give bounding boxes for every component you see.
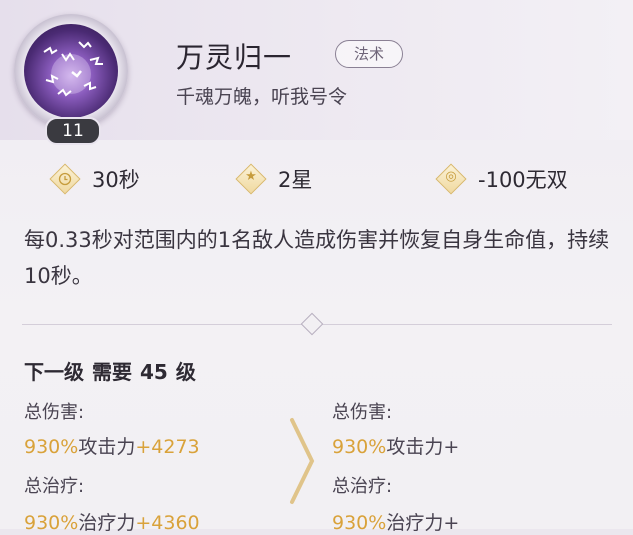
divider-ornament-icon [300, 312, 324, 336]
stat-cooldown-value: 30秒 [92, 168, 140, 192]
upgrade-arrow-icon [290, 418, 315, 504]
next-damage-value: 930%攻击力+ [332, 436, 460, 458]
stat-cost-value: -100无双 [478, 168, 568, 192]
star-icon: ★ [235, 163, 267, 195]
skill-description: 每0.33秒对范围内的1名敌人造成伤害并恢复自身生命值，持续10秒。 [24, 228, 610, 288]
next-level-requirement: 下一级 需要 45 级 [24, 356, 204, 385]
skill-name: 万灵归一 [176, 41, 293, 74]
skill-type-tag: 法术 [335, 40, 403, 68]
next-level-number: 45 [140, 360, 168, 384]
skill-level-badge: 11 [45, 117, 101, 145]
stat-cooldown: 30秒 [49, 160, 140, 198]
next-level-label: 下一级 [24, 360, 84, 384]
next-heal-label: 总治疗: [332, 476, 393, 497]
current-damage-label: 总伤害: [24, 402, 85, 423]
stat-stars: ★ 2星 [235, 160, 313, 198]
current-damage-value: 930%攻击力+4273 [24, 436, 200, 458]
stat-stars-value: 2星 [278, 168, 313, 192]
next-heal-value: 930%治疗力+ [332, 512, 460, 534]
stat-cost: ◎ -100无双 [435, 160, 568, 198]
current-heal-value: 930%治疗力+4360 [24, 512, 200, 534]
spirits-icon [43, 41, 103, 97]
current-heal-label: 总治疗: [24, 476, 85, 497]
next-level-need: 需要 [92, 360, 132, 384]
skill-icon [14, 14, 128, 128]
swirl-icon: ◎ [435, 163, 467, 195]
next-damage-label: 总伤害: [332, 402, 393, 423]
next-level-unit: 级 [175, 360, 196, 384]
skill-motto: 千魂万魄，听我号令 [176, 86, 348, 108]
clock-icon [49, 163, 81, 195]
skill-icon-art [24, 24, 118, 118]
right-edge-fade [470, 420, 633, 529]
